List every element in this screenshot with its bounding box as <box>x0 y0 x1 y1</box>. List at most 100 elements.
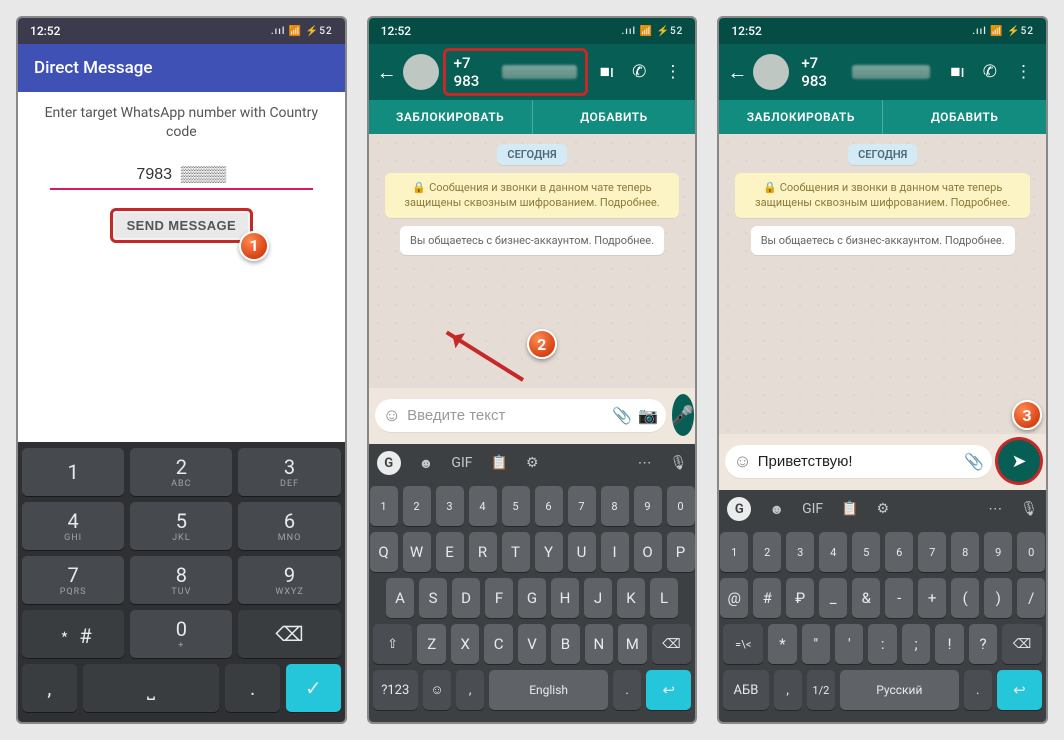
key-3[interactable]: 3DEF <box>238 448 340 496</box>
key-5[interactable]: 5JKL <box>130 502 232 550</box>
key-amp[interactable]: & <box>852 578 880 618</box>
key-q[interactable]: Q <box>370 532 398 572</box>
key-colon[interactable]: : <box>868 624 896 664</box>
key-a[interactable]: A <box>386 578 414 618</box>
key-qmark[interactable]: ? <box>969 624 997 664</box>
key-o[interactable]: O <box>634 532 662 572</box>
key-shift[interactable]: ⇧ <box>373 624 413 664</box>
message-input[interactable] <box>758 453 958 470</box>
encryption-notice[interactable]: 🔒Сообщения и звонки в данном чате теперь… <box>735 173 1029 218</box>
clipboard-icon[interactable]: 📋 <box>841 501 858 517</box>
key-num-6[interactable]: 6 <box>535 486 563 526</box>
send-message-button[interactable]: SEND MESSAGE <box>110 208 254 243</box>
key-enter[interactable]: ↩ <box>997 670 1042 710</box>
key-n[interactable]: N <box>585 624 613 664</box>
key-backspace[interactable]: ⌫ <box>652 624 692 664</box>
key-rparen[interactable]: ) <box>984 578 1012 618</box>
key-num-4[interactable]: 4 <box>819 532 847 572</box>
back-icon[interactable]: ← <box>375 60 399 85</box>
key-space[interactable]: ⎵ <box>83 664 220 712</box>
key-num-3[interactable]: 3 <box>436 486 464 526</box>
key-num-1[interactable]: 1 <box>370 486 398 526</box>
message-input[interactable] <box>407 407 606 424</box>
clipboard-icon[interactable]: 📋 <box>491 455 508 471</box>
business-notice[interactable]: Вы общаетесь с бизнес-аккаунтом. Подробн… <box>400 226 664 255</box>
key-backspace[interactable]: ⌫ <box>1002 624 1042 664</box>
key-num-0[interactable]: 0 <box>667 486 695 526</box>
more-icon[interactable]: ⋯ <box>988 501 1002 517</box>
key-page[interactable]: 1/2 <box>807 670 835 710</box>
key-slash[interactable]: / <box>1017 578 1045 618</box>
key-num-8[interactable]: 8 <box>601 486 629 526</box>
avatar[interactable] <box>403 54 439 90</box>
key-period[interactable]: . <box>613 670 641 710</box>
emoji-icon[interactable]: ☺ <box>733 451 751 472</box>
google-icon[interactable]: G <box>727 497 751 521</box>
business-notice[interactable]: Вы общаетесь с бизнес-аккаунтом. Подробн… <box>751 226 1015 255</box>
emoji-icon[interactable]: ☺ <box>383 405 401 426</box>
key-bang[interactable]: ! <box>935 624 963 664</box>
key-7[interactable]: 7PQRS <box>22 556 124 604</box>
key-period[interactable]: . <box>225 664 280 712</box>
key-emoji[interactable]: ☺ <box>423 670 451 710</box>
key-sym[interactable]: ?123 <box>373 670 418 710</box>
add-button[interactable]: ДОБАВИТЬ <box>882 100 1046 134</box>
gif-icon[interactable]: GIF <box>451 455 472 471</box>
key-lparen[interactable]: ( <box>951 578 979 618</box>
key-0[interactable]: 0+ <box>130 610 232 658</box>
key-x[interactable]: X <box>451 624 479 664</box>
key-c[interactable]: C <box>484 624 512 664</box>
back-icon[interactable]: ← <box>725 60 749 85</box>
key-dquote[interactable]: " <box>802 624 830 664</box>
key-underscore[interactable]: _ <box>819 578 847 618</box>
key-num-5[interactable]: 5 <box>852 532 880 572</box>
key-2[interactable]: 2ABC <box>130 448 232 496</box>
add-button[interactable]: ДОБАВИТЬ <box>532 100 696 134</box>
audio-call-icon[interactable]: ✆ <box>632 62 646 82</box>
key-g[interactable]: G <box>518 578 546 618</box>
key-space-ru[interactable]: Русский <box>840 670 959 710</box>
contact-label[interactable]: +7 983 <box>793 51 938 93</box>
block-button[interactable]: ЗАБЛОКИРОВАТЬ <box>369 100 532 134</box>
key-v[interactable]: V <box>518 624 546 664</box>
google-icon[interactable]: G <box>377 451 401 475</box>
overflow-icon[interactable]: ⋮ <box>1015 62 1032 82</box>
sticker-icon[interactable]: ☻ <box>419 455 434 472</box>
key-enter[interactable]: ✓ <box>286 664 341 712</box>
key-num-1[interactable]: 1 <box>720 532 748 572</box>
key-plus[interactable]: + <box>918 578 946 618</box>
phone-input[interactable] <box>50 162 313 190</box>
key-num-6[interactable]: 6 <box>885 532 913 572</box>
key-at[interactable]: @ <box>720 578 748 618</box>
mic-icon[interactable]: 🎙 <box>670 455 688 471</box>
key-ruble[interactable]: ₽ <box>786 578 814 618</box>
overflow-icon[interactable]: ⋮ <box>664 62 681 82</box>
key-num-2[interactable]: 2 <box>753 532 781 572</box>
key-num-9[interactable]: 9 <box>634 486 662 526</box>
key-z[interactable]: Z <box>417 624 445 664</box>
key-space-en[interactable]: English <box>489 670 608 710</box>
key-num-7[interactable]: 7 <box>918 532 946 572</box>
key-4[interactable]: 4GHI <box>22 502 124 550</box>
key-p[interactable]: P <box>667 532 695 572</box>
key-d[interactable]: D <box>452 578 480 618</box>
key-num-8[interactable]: 8 <box>951 532 979 572</box>
key-num-4[interactable]: 4 <box>469 486 497 526</box>
key-hash[interactable]: # <box>753 578 781 618</box>
key-8[interactable]: 8TUV <box>130 556 232 604</box>
key-w[interactable]: W <box>403 532 431 572</box>
key-backspace[interactable]: ⌫ <box>238 610 340 658</box>
key-1[interactable]: 1 <box>22 448 124 496</box>
more-icon[interactable]: ⋯ <box>638 455 652 471</box>
key-m[interactable]: M <box>618 624 646 664</box>
avatar[interactable] <box>753 54 789 90</box>
key-num-5[interactable]: 5 <box>502 486 530 526</box>
key-symbols[interactable]: ﹡ # <box>22 610 124 658</box>
key-num-3[interactable]: 3 <box>786 532 814 572</box>
video-call-icon[interactable]: ■ı <box>600 62 614 82</box>
send-button[interactable]: ➤ <box>998 440 1040 482</box>
settings-icon[interactable]: ⚙ <box>877 501 890 517</box>
encryption-notice[interactable]: 🔒Сообщения и звонки в данном чате теперь… <box>385 173 679 218</box>
key-period[interactable]: . <box>964 670 992 710</box>
mic-button[interactable]: 🎤 <box>672 394 694 436</box>
